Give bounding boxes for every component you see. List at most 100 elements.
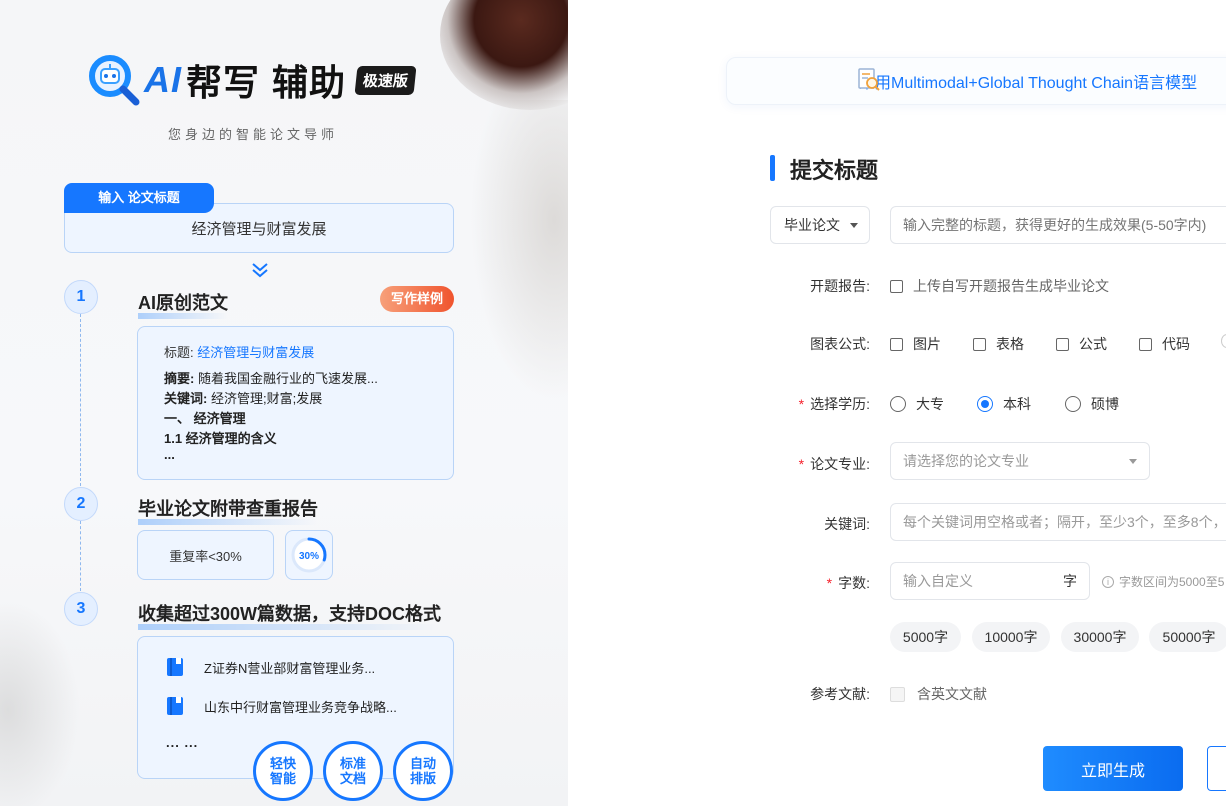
charts-option-code[interactable]: 代码 [1139,334,1190,354]
book-icon [167,697,183,715]
brand-ai: AI [144,59,182,100]
step-number-1: 1 [64,280,98,314]
wordcount-label: * 字数: [826,575,870,591]
sample-keywords-label: 关键词: [164,391,208,406]
checkbox[interactable] [890,337,903,351]
major-select[interactable]: 请选择您的论文专业 [890,442,1150,480]
background-decoration [0,600,80,806]
sample-keywords-row: 关键词: 经济管理;财富;发展 [164,389,427,409]
sample-ellipsis: ... [164,447,175,462]
checkbox-disabled[interactable] [890,686,905,702]
wordcount-chip-10000[interactable]: 10000字 [972,622,1050,652]
radio[interactable] [1065,396,1081,412]
double-chevron-down-icon [252,263,268,278]
database-item: Z证券N营业部财富管理业务... [166,657,425,677]
major-placeholder: 请选择您的论文专业 [903,453,1029,469]
proposal-option-label: 上传自写开题报告生成毕业论文 [913,278,1109,294]
brand-name-part1: 帮写 [186,62,261,103]
step-connector [80,521,81,591]
keywords-label: 关键词: [824,516,870,532]
step-connector [80,314,81,486]
radio-selected[interactable] [977,396,993,412]
more-option-partial[interactable] [1221,334,1226,348]
wordcount-placeholder: 输入自定义 [903,573,973,589]
background-decoration [470,100,568,400]
database-item-title: Z证券N营业部财富管理业务... [204,660,376,676]
sample-heading-1-1: 1.1 经济管理的含义 [164,431,277,446]
step-number-3: 3 [64,592,98,626]
caret-down-icon [1129,458,1137,464]
title-input[interactable] [890,206,1226,244]
brand-edition-badge: 极速版 [354,65,417,95]
radio[interactable] [890,396,906,412]
proposal-label: 开题报告: [810,278,870,294]
brand-name-part2: 辅助 [272,62,347,103]
keywords-placeholder: 每个关键词用空格或者；隔开，至少3个，至多8个， [903,514,1226,530]
section-title: 提交标题 [790,158,879,183]
charts-option-image[interactable]: 图片 [890,334,941,354]
keywords-input[interactable]: 每个关键词用空格或者；隔开，至少3个，至多8个， [890,503,1226,541]
step-title-1: AI原创范文 [138,289,228,319]
sample-title-value: 经济管理与财富发展 [197,345,315,360]
step-title-2: 毕业论文附带查重报告 [138,495,318,525]
checkbox[interactable] [1056,337,1069,351]
magnifier-robot-icon [88,54,140,106]
coffee-cup-decoration [440,0,568,110]
sample-title-label: 标题: [164,345,194,360]
sample-title-row: 标题: 经济管理与财富发展 [164,343,427,363]
checkbox[interactable] [973,337,986,351]
brand-title: AI 帮写 辅助 [144,54,346,106]
input-title-value: 经济管理与财富发展 [191,220,327,238]
degree-label: * 选择学历: [798,396,870,412]
model-notice-banner: 采用Multimodal+Global Thought Chain语言模型 [726,57,1226,105]
database-item: 山东中行财富管理业务竞争战略... [166,696,425,716]
charts-option-table[interactable]: 表格 [973,334,1024,354]
step-title-3: 收集超过300W篇数据，支持DOC格式 [138,600,442,630]
writing-sample-badge[interactable]: 写作样例 [380,286,454,312]
feature-badge-layout: 自动 排版 [393,741,453,801]
references-label: 参考文献: [810,686,870,702]
generate-button[interactable]: 立即生成 [1043,746,1183,791]
paper-type-value: 毕业论文 [784,217,840,233]
major-label: * 论文专业: [798,456,870,472]
left-promo-panel: AI 帮写 辅助 极速版 您身边的智能论文导师 输入 论文标题 经济管理与财富发… [0,0,568,806]
book-icon [167,658,183,676]
wordcount-chip-50000[interactable]: 50000字 [1149,622,1226,652]
wordcount-unit: 字 [1063,573,1077,589]
ring-label: 30% [299,551,319,562]
duplicate-rate-box: 重复率<30% [137,530,274,580]
progress-ring-icon: 30% [291,537,327,573]
caret-down-icon [850,222,858,228]
sample-heading-1: 一、 经济管理 [164,411,246,426]
secondary-button[interactable] [1207,746,1226,791]
wordcount-chip-30000[interactable]: 30000字 [1061,622,1139,652]
charts-label: 图表公式: [810,336,870,352]
document-search-icon [858,68,880,91]
feature-badge-light: 轻快 智能 [253,741,313,801]
proposal-upload-checkbox[interactable]: 上传自写开题报告生成毕业论文 [890,276,1109,296]
checkbox[interactable] [890,279,903,293]
sample-abstract-label: 摘要: [164,371,195,386]
wordcount-chip-5000[interactable]: 5000字 [890,622,961,652]
sample-keywords-value: 经济管理;财富;发展 [210,391,323,406]
input-title-tag: 输入 论文标题 [64,183,214,213]
paper-type-select[interactable]: 毕业论文 [770,206,870,244]
wordcount-input[interactable]: 输入自定义 字 [890,562,1090,600]
section-accent-bar [770,155,775,181]
step-number-2: 2 [64,487,98,521]
sample-abstract-value: 随着我国金融行业的飞速发展... [197,371,378,386]
duplicate-rate-text: 重复率<30% [169,548,242,564]
checkbox[interactable] [1139,337,1152,351]
brand-logo: AI 帮写 辅助 极速版 [88,52,417,108]
degree-option-graduate[interactable]: 硕博 [1065,394,1119,414]
model-notice-text: 采用Multimodal+Global Thought Chain语言模型 [859,75,1198,92]
references-english-checkbox[interactable]: 含英文文献 [890,684,987,704]
sample-abstract-row: 摘要: 随着我国金融行业的飞速发展... [164,369,427,389]
degree-option-associate[interactable]: 大专 [890,394,944,414]
feature-badge-standard: 标准 文档 [323,741,383,801]
wordcount-hint: i 字数区间为5000至5 [1102,573,1224,590]
duplicate-rate-ring: 30% [285,530,333,580]
degree-option-bachelor[interactable]: 本科 [977,394,1031,414]
info-icon: i [1102,575,1114,588]
charts-option-formula[interactable]: 公式 [1056,334,1107,354]
